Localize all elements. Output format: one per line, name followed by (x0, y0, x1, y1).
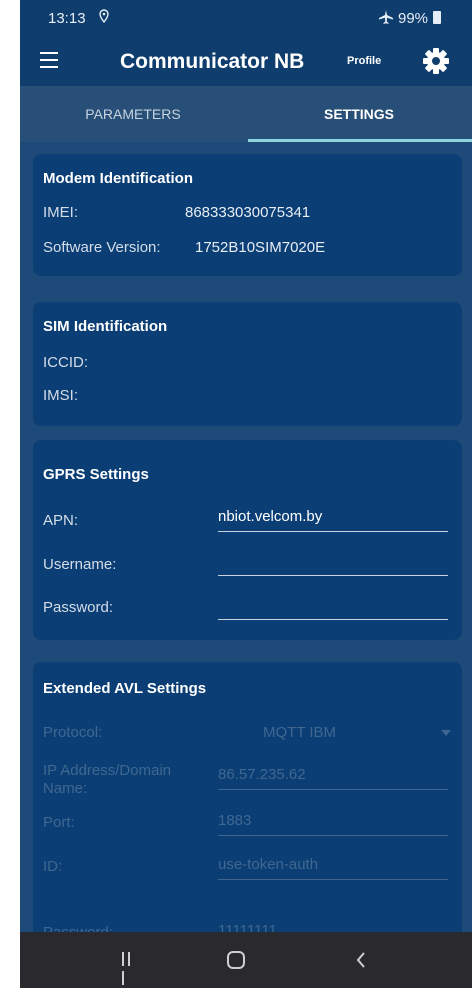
card-title: Modem Identification (43, 170, 193, 187)
imei-value: 868333030075341 (185, 204, 311, 221)
protocol-select[interactable]: MQTT IBM (263, 724, 336, 741)
tab-indicator (248, 139, 472, 142)
phone-screen: 13:13 99% Communicator NB Profile PARAME… (20, 0, 472, 988)
apn-input[interactable]: nbiot.velcom.by (218, 506, 448, 532)
protocol-label: Protocol: (43, 724, 103, 741)
status-bar: 13:13 99% (20, 0, 472, 36)
extended-avl-settings-card: Extended AVL Settings Protocol: MQTT IBM… (33, 662, 462, 962)
port-input[interactable]: 1883 (218, 810, 448, 836)
username-input[interactable] (218, 550, 448, 576)
password-label: Password: (43, 599, 114, 616)
back-icon[interactable] (354, 951, 368, 969)
location-icon (99, 9, 109, 23)
password-input[interactable] (218, 594, 448, 620)
dropdown-arrow-icon (441, 730, 451, 736)
recents-icon[interactable] (122, 952, 138, 985)
sim-identification-card: SIM Identification ICCID: IMSI: (33, 302, 462, 426)
profile-button[interactable]: Profile (347, 55, 381, 67)
apn-label: APN: (43, 512, 79, 529)
airplane-mode-icon (379, 10, 393, 24)
battery-percent: 99% (398, 10, 429, 27)
menu-icon[interactable] (40, 52, 58, 68)
card-title: SIM Identification (43, 318, 168, 335)
username-label: Username: (43, 556, 117, 573)
tab-settings[interactable]: SETTINGS (246, 86, 472, 142)
ip-address-label: IP Address/Domain Name: (43, 762, 172, 797)
status-time: 13:13 (48, 10, 86, 27)
tab-parameters[interactable]: PARAMETERS (20, 86, 246, 142)
ip-address-input[interactable]: 86.57.235.62 (218, 764, 448, 790)
id-label: ID: (43, 858, 63, 875)
card-title: Extended AVL Settings (43, 680, 207, 697)
id-input[interactable]: use-token-auth (218, 854, 448, 880)
software-version-label: Software Version: (43, 239, 161, 256)
gear-icon[interactable] (422, 47, 450, 75)
port-label: Port: (43, 814, 75, 831)
app-title: Communicator NB (120, 50, 305, 73)
app-bar: Communicator NB Profile (20, 36, 472, 86)
imsi-label: IMSI: (43, 387, 79, 404)
tab-bar: PARAMETERS SETTINGS (20, 86, 472, 142)
software-version-value: 1752B10SIM7020E (195, 239, 326, 256)
battery-icon (433, 11, 441, 24)
system-nav-bar (20, 932, 472, 988)
iccid-label: ICCID: (43, 354, 88, 371)
imei-label: IMEI: (43, 204, 79, 221)
card-title: GPRS Settings (43, 466, 149, 483)
modem-identification-card: Modem Identification IMEI: 8683330300753… (33, 154, 462, 276)
home-icon[interactable] (227, 951, 245, 969)
gprs-settings-card: GPRS Settings APN: nbiot.velcom.by Usern… (33, 440, 462, 640)
